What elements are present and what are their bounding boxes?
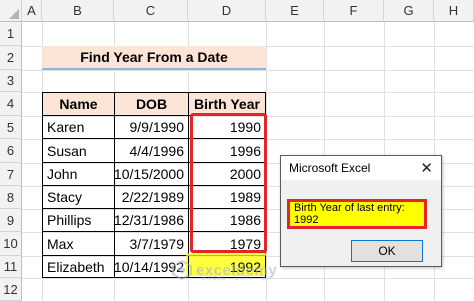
dialog-message: Birth Year of last entry: 1992 bbox=[287, 199, 427, 229]
column-header-b[interactable]: B bbox=[42, 0, 114, 22]
cell-dob[interactable]: 10/14/1992 bbox=[114, 256, 188, 278]
cell-name[interactable]: Phillips bbox=[42, 209, 114, 232]
cell-dob[interactable]: 10/15/2000 bbox=[114, 163, 188, 186]
cell-birth-year[interactable]: 1992 bbox=[188, 256, 266, 278]
cell-name[interactable]: Elizabeth bbox=[42, 256, 114, 278]
close-icon[interactable]: ✕ bbox=[420, 161, 433, 176]
row-header-1[interactable]: 1 bbox=[0, 22, 22, 46]
header-dob[interactable]: DOB bbox=[114, 92, 189, 116]
cell-dob[interactable]: 12/31/1986 bbox=[114, 209, 188, 232]
row-header-10[interactable]: 10 bbox=[0, 232, 22, 256]
cell-name[interactable]: John bbox=[42, 163, 114, 186]
cell-name[interactable]: Susan bbox=[42, 139, 114, 163]
row-header-12[interactable]: 12 bbox=[0, 278, 22, 301]
dialog-title: Microsoft Excel bbox=[289, 161, 371, 175]
column-header-d[interactable]: D bbox=[188, 0, 266, 22]
column-header-f[interactable]: F bbox=[324, 0, 384, 22]
cell-name[interactable]: Karen bbox=[42, 116, 114, 139]
column-header-a[interactable]: A bbox=[22, 0, 42, 22]
select-all-icon bbox=[9, 9, 19, 19]
column-header-g[interactable]: G bbox=[384, 0, 434, 22]
birth-year-highlight-box bbox=[190, 113, 267, 253]
dialog-titlebar[interactable]: Microsoft Excel ✕ bbox=[281, 156, 441, 180]
row-header-7[interactable]: 7 bbox=[0, 163, 22, 186]
cell-dob[interactable]: 2/22/1989 bbox=[114, 186, 188, 209]
select-all-corner[interactable] bbox=[0, 0, 22, 22]
gridline bbox=[22, 70, 474, 71]
ok-button[interactable]: OK bbox=[351, 240, 423, 262]
header-name[interactable]: Name bbox=[42, 92, 115, 116]
dialog-body: Birth Year of last entry: 1992 OK bbox=[281, 180, 441, 268]
column-header-h[interactable]: H bbox=[434, 0, 474, 22]
message-box-dialog: Microsoft Excel ✕ Birth Year of last ent… bbox=[280, 155, 442, 267]
column-header-e[interactable]: E bbox=[266, 0, 324, 22]
column-header-c[interactable]: C bbox=[114, 0, 188, 22]
row-header-4[interactable]: 4 bbox=[0, 92, 22, 116]
cell-name[interactable]: Stacy bbox=[42, 186, 114, 209]
row-header-5[interactable]: 5 bbox=[0, 116, 22, 139]
row-header-2[interactable]: 2 bbox=[0, 46, 22, 70]
cell-dob[interactable]: 4/4/1996 bbox=[114, 139, 188, 163]
row-header-11[interactable]: 11 bbox=[0, 256, 22, 278]
row-header-9[interactable]: 9 bbox=[0, 209, 22, 232]
row-header-3[interactable]: 3 bbox=[0, 70, 22, 92]
cell-dob[interactable]: 9/9/1990 bbox=[114, 116, 188, 139]
gridline bbox=[22, 278, 474, 279]
sheet-title[interactable]: Find Year From a Date bbox=[42, 46, 266, 70]
cell-dob[interactable]: 3/7/1979 bbox=[114, 232, 188, 256]
row-header-6[interactable]: 6 bbox=[0, 139, 22, 163]
cell-name[interactable]: Max bbox=[42, 232, 114, 256]
row-header-8[interactable]: 8 bbox=[0, 186, 22, 209]
